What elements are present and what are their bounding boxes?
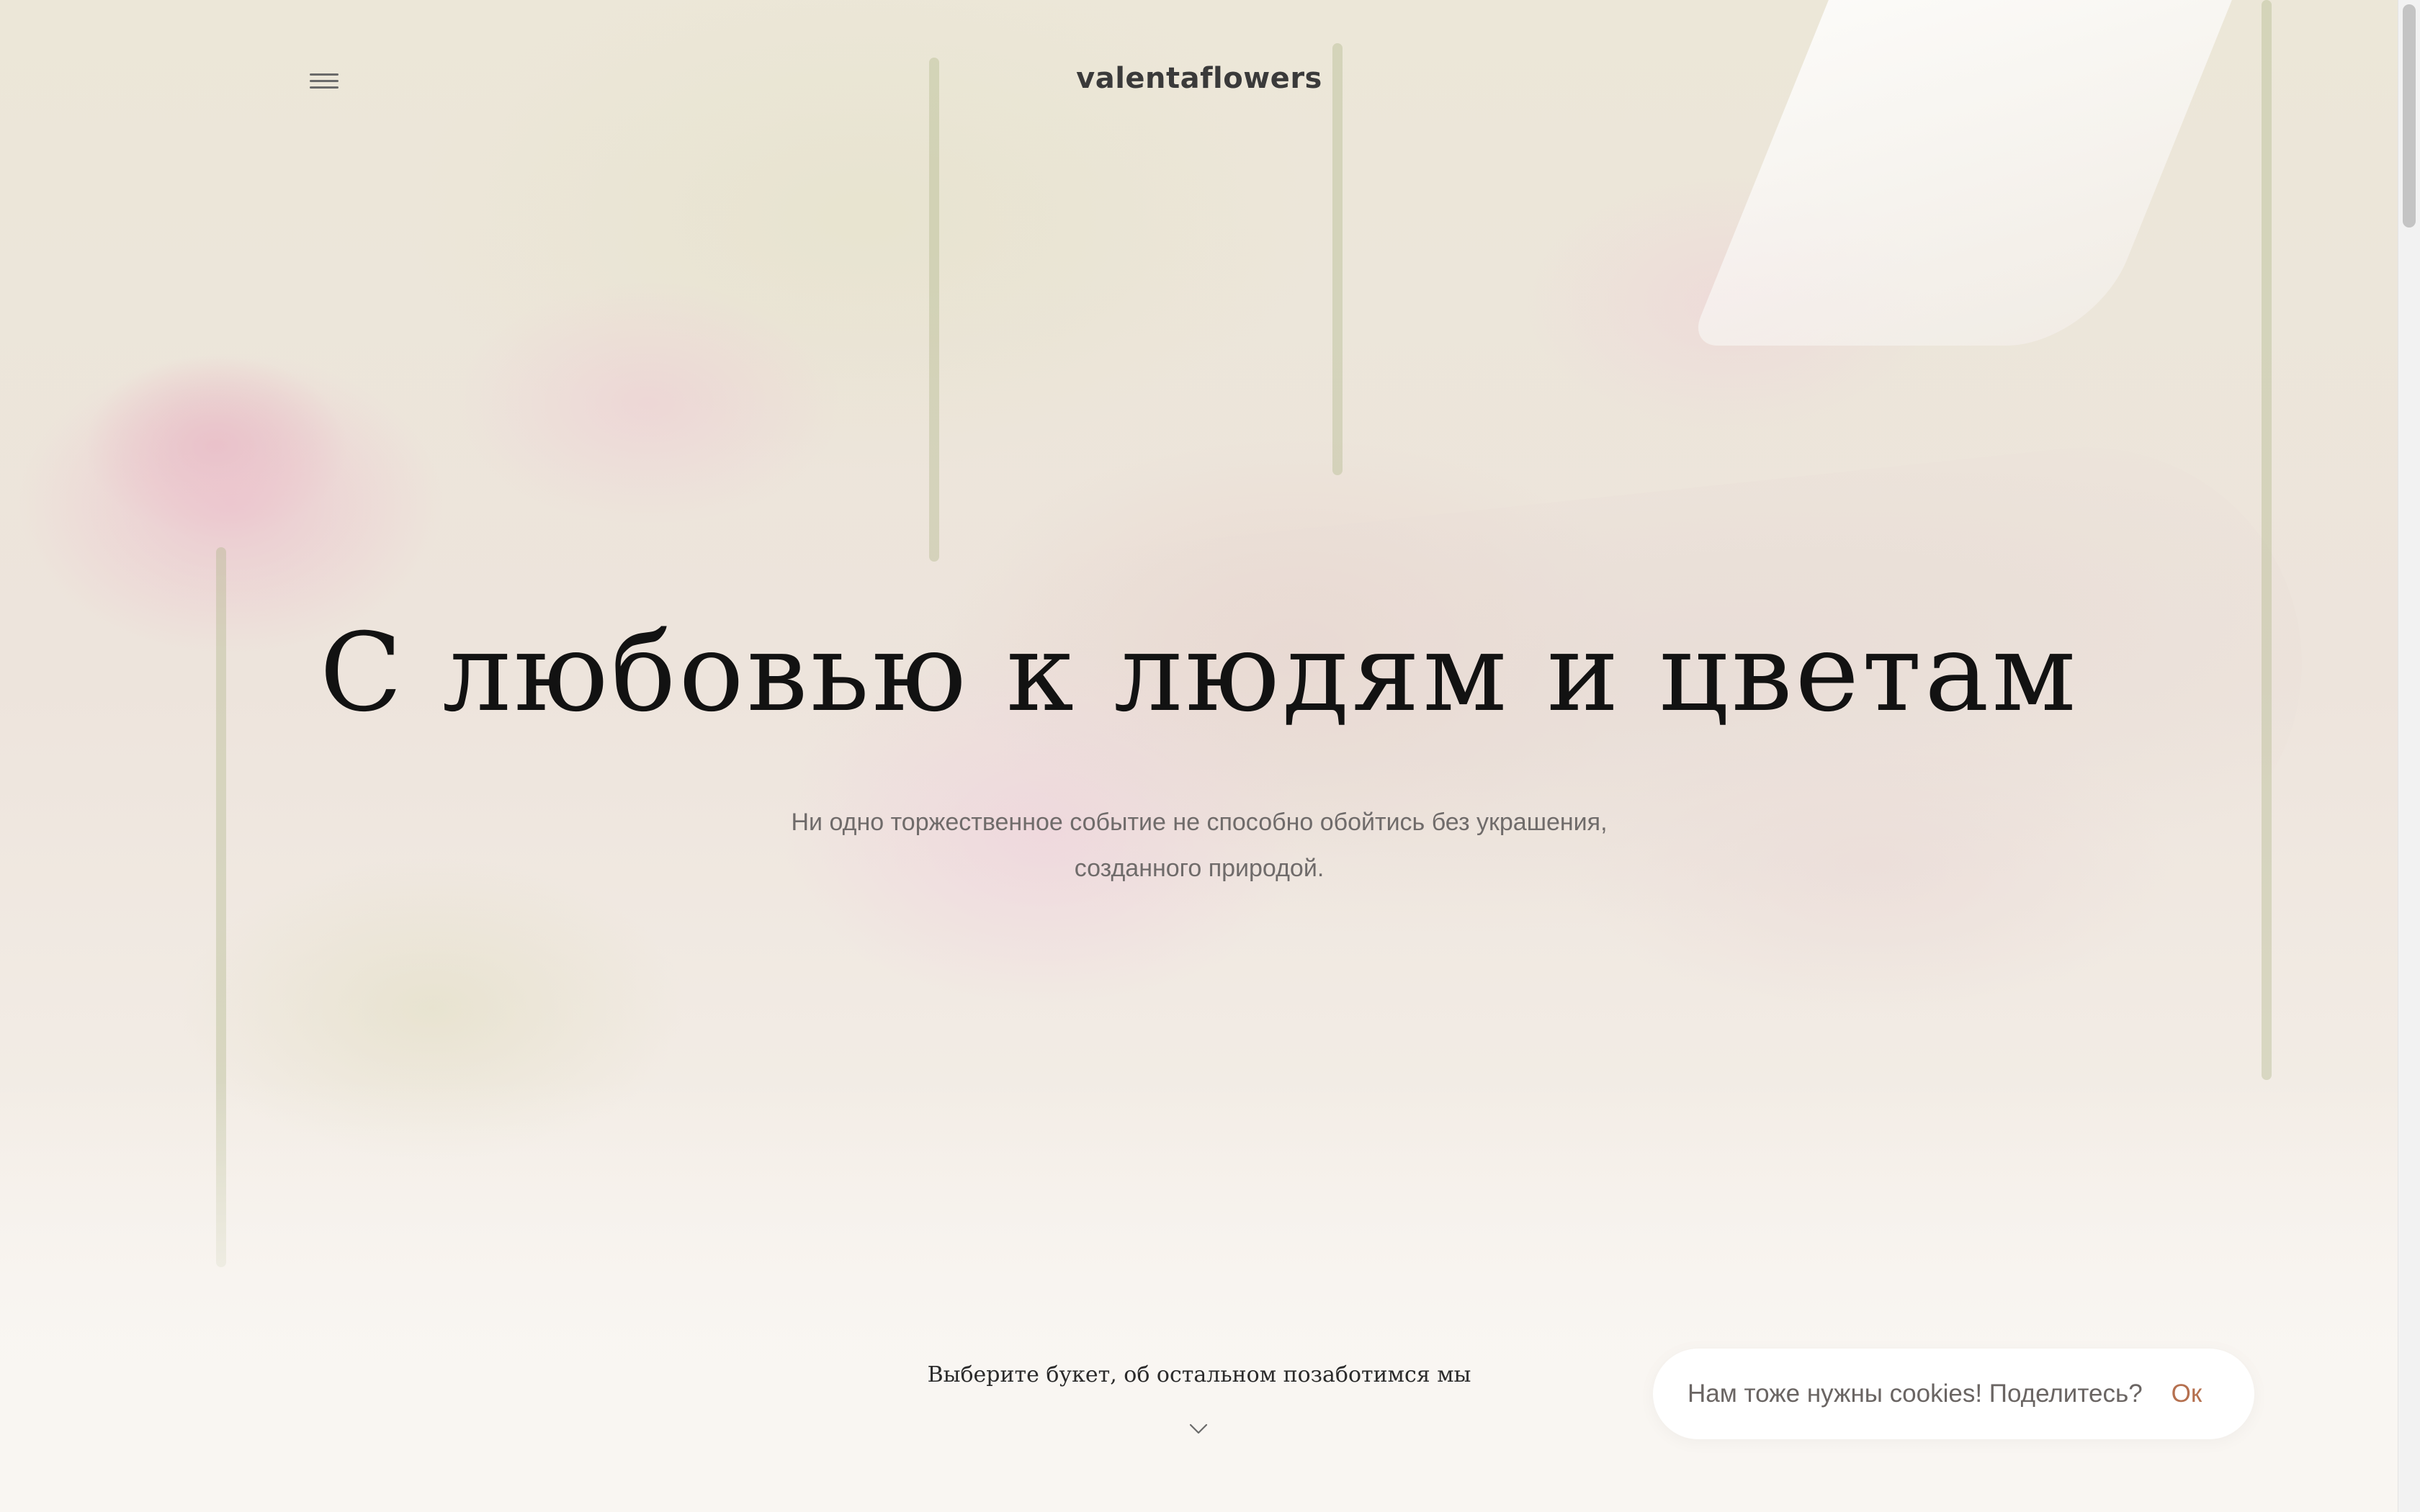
- hero-subtitle-line: Ни одно торжественное событие не способн…: [791, 809, 1608, 836]
- scrollbar-track[interactable]: [2398, 0, 2420, 1512]
- scrollbar-thumb[interactable]: [2403, 4, 2416, 228]
- chevron-down-icon[interactable]: [1188, 1418, 1209, 1439]
- hero-bg-fade: [0, 1080, 2398, 1512]
- hero-bg-stem: [2262, 0, 2272, 1080]
- cookie-banner: Нам тоже нужны cookies! Поделитесь? Ок: [1653, 1349, 2254, 1439]
- hero-subtitle: Ни одно торжественное событие не способн…: [695, 799, 1703, 891]
- hero-bg-sleeve: [1688, 0, 2244, 346]
- hero-subtitle-line: созданного природой.: [1074, 855, 1325, 882]
- cookie-accept-button[interactable]: Ок: [2172, 1380, 2202, 1408]
- cookie-banner-text: Нам тоже нужны cookies! Поделитесь?: [1688, 1380, 2143, 1408]
- hero-background-image: [0, 0, 2398, 1512]
- hero-bg-stem: [929, 58, 939, 562]
- hero-bg-stem: [1332, 43, 1343, 475]
- hero-title: С любовью к людям и цветам: [319, 611, 2079, 736]
- brand-logo[interactable]: valentaflowers: [0, 62, 2398, 95]
